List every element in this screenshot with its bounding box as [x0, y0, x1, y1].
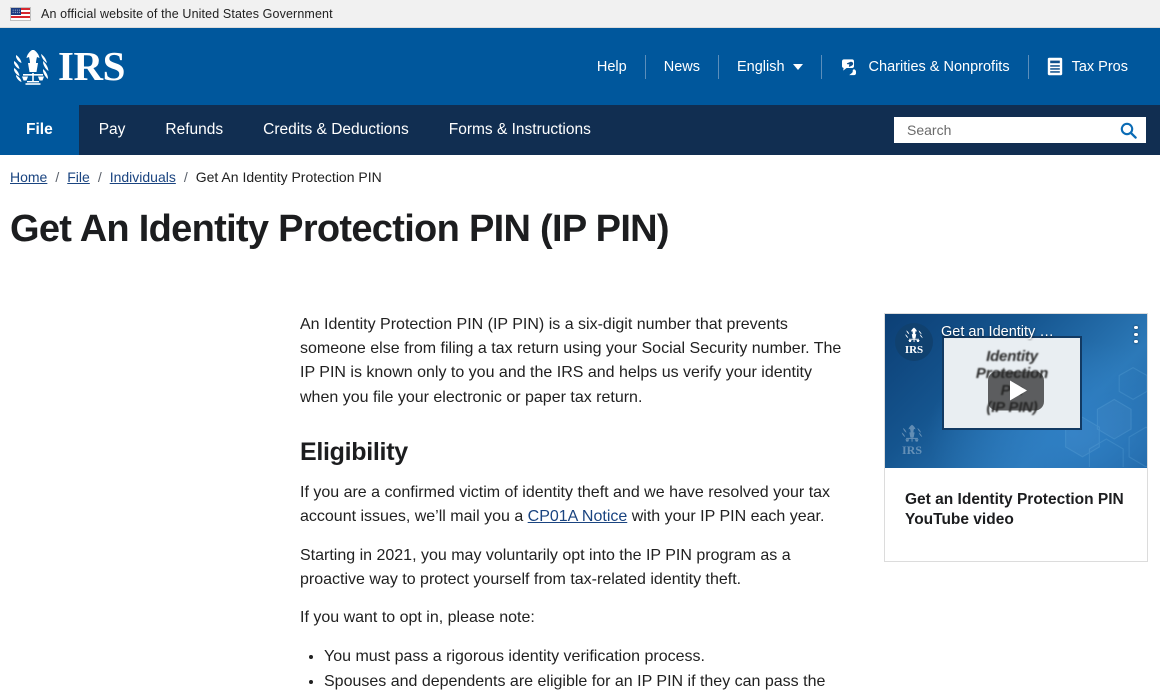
- cp01a-notice-link[interactable]: CP01A Notice: [528, 508, 628, 525]
- eligibility-paragraph-3: If you want to opt in, please note:: [300, 609, 535, 627]
- irs-watermark: IRS: [899, 424, 925, 456]
- irs-badge-label: IRS: [904, 344, 924, 357]
- video-overlay-title: Get an Identity …: [941, 323, 1054, 340]
- irs-eagle-scales-emblem: [905, 327, 923, 343]
- nav-item-refunds[interactable]: Refunds: [145, 105, 243, 155]
- video-thumbnail[interactable]: IRS Get an Identity … Identity Protectio…: [885, 313, 1147, 468]
- breadcrumb-item-home[interactable]: Home: [10, 169, 47, 185]
- slide-line-1: Identity: [986, 348, 1038, 366]
- page-title: Get An Identity Protection PIN (IP PIN): [10, 208, 670, 250]
- irs-eagle-scales-emblem: [10, 45, 56, 89]
- nav-item-pay[interactable]: Pay: [79, 105, 146, 155]
- video-caption[interactable]: Get an Identity Protection PIN YouTube v…: [885, 468, 1147, 561]
- gov-banner: An official website of the United States…: [0, 0, 1160, 28]
- nav-item-credits-deductions[interactable]: Credits & Deductions: [243, 105, 429, 155]
- utility-item-help[interactable]: Help: [579, 59, 645, 75]
- utility-nav: Help News English Charities & Nonprofits: [579, 52, 1146, 82]
- video-column: IRS Get an Identity … Identity Protectio…: [884, 312, 1148, 563]
- breadcrumb-item-individuals[interactable]: Individuals: [110, 169, 176, 185]
- utility-item-news-label: News: [663, 58, 700, 75]
- eligibility-paragraph-2: Starting in 2021, you may voluntarily op…: [300, 546, 791, 588]
- watermark-label: IRS: [901, 442, 922, 457]
- eligibility-p1-text-after: with your IP PIN each year.: [627, 508, 825, 526]
- nav-item-forms-instructions[interactable]: Forms & Instructions: [429, 105, 611, 155]
- search-area: [894, 105, 1160, 155]
- search-box[interactable]: [894, 117, 1146, 143]
- list-item: Spouses and dependents are eligible for …: [324, 670, 850, 698]
- flag-canton: [11, 7, 21, 15]
- breadcrumb-separator: /: [97, 169, 102, 185]
- main-content-column: An Identity Protection PIN (IP PIN) is a…: [300, 313, 856, 698]
- utility-item-charities-nonprofits[interactable]: Charities & Nonprofits: [822, 58, 1028, 76]
- nav-item-file[interactable]: File: [0, 105, 79, 155]
- site-header: IRS Help News English Charities & Nonpro…: [0, 28, 1160, 105]
- nav-item-credits-label: Credits & Deductions: [263, 121, 409, 138]
- breadcrumb-current: Get An Identity Protection PIN: [195, 169, 382, 185]
- search-input[interactable]: [905, 121, 1118, 139]
- search-submit-button[interactable]: [1118, 122, 1139, 139]
- kebab-menu-icon[interactable]: [1134, 325, 1138, 347]
- video-card[interactable]: IRS Get an Identity … Identity Protectio…: [884, 312, 1148, 563]
- nav-item-refunds-label: Refunds: [165, 121, 224, 138]
- chevron-down-icon: [792, 63, 803, 70]
- eligibility-paragraph-1: If you are a confirmed victim of identit…: [300, 481, 850, 530]
- opt-in-notes-list: You must pass a rigorous identity verifi…: [300, 645, 850, 698]
- content-area: An Identity Protection PIN (IP PIN) is a…: [0, 312, 1160, 698]
- book-icon: [1047, 57, 1063, 76]
- utility-item-tax-pros[interactable]: Tax Pros: [1029, 57, 1146, 76]
- kebab-dot: [1134, 325, 1138, 330]
- kebab-dot: [1134, 339, 1138, 344]
- irs-logo-text: IRS: [58, 43, 125, 89]
- play-triangle: [1009, 380, 1027, 401]
- play-button-icon[interactable]: [988, 371, 1044, 411]
- utility-item-charities-label: Charities & Nonprofits: [868, 58, 1010, 75]
- eligibility-heading: Eligibility: [300, 438, 408, 467]
- us-flag-icon: [10, 6, 31, 21]
- breadcrumb-separator: /: [183, 169, 188, 185]
- breadcrumb-separator: /: [55, 169, 60, 185]
- nav-item-pay-label: Pay: [98, 121, 126, 138]
- irs-eagle-scales-emblem: [901, 424, 923, 442]
- utility-item-help-label: Help: [596, 58, 627, 75]
- breadcrumb: Home / File / Individuals / Get An Ident…: [0, 155, 1160, 185]
- gov-banner-text: An official website of the United States…: [41, 6, 333, 21]
- language-selector[interactable]: English: [719, 59, 821, 75]
- search-icon: [1120, 122, 1137, 139]
- breadcrumb-item-file[interactable]: File: [67, 169, 90, 185]
- nav-item-file-label: File: [26, 121, 53, 138]
- intro-paragraph: An Identity Protection PIN (IP PIN) is a…: [300, 315, 842, 406]
- language-selector-label: English: [736, 58, 785, 75]
- charities-hands-icon: [840, 58, 860, 76]
- utility-item-tax-pros-label: Tax Pros: [1071, 58, 1128, 75]
- utility-item-news[interactable]: News: [646, 59, 718, 75]
- nav-item-forms-label: Forms & Instructions: [448, 121, 591, 138]
- primary-nav: File Pay Refunds Credits & Deductions Fo…: [0, 105, 1160, 155]
- irs-logo[interactable]: IRS: [10, 28, 125, 105]
- kebab-dot: [1134, 332, 1138, 337]
- list-item: You must pass a rigorous identity verifi…: [324, 645, 850, 669]
- irs-circle-badge: IRS: [895, 322, 933, 361]
